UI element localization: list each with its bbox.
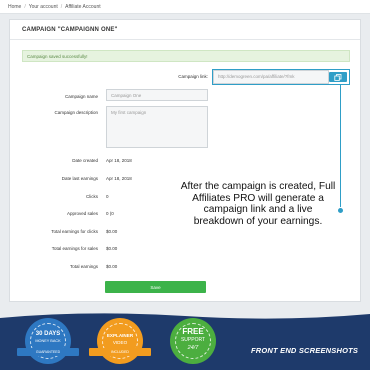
date-last-earnings-label: Date last earnings (61, 176, 98, 181)
callout-dot (337, 207, 344, 214)
date-last-earnings-value: Apr 18, 2018 (106, 176, 132, 181)
footer-label: FRONT END SCREENSHOTS (251, 346, 359, 355)
breadcrumb-affiliate-account: Affiliate Account (65, 4, 101, 10)
breadcrumb: Home / Your account / Affiliate Account (0, 0, 370, 14)
campaign-link-highlight (212, 69, 350, 85)
clicks-value: 0 (106, 194, 109, 199)
total-earnings-label: Total earnings (69, 264, 98, 269)
page-title: CAMPAIGN "CAMPAIGNN ONE" (10, 20, 360, 40)
campaign-name-label: Campaign name (64, 94, 98, 99)
free-support-badge-subtitle: SUPPORT (180, 337, 206, 343)
approved-sales-label: Approved sales (66, 211, 98, 216)
explainer-video-ribbon: INCLUDED (89, 348, 151, 356)
free-support-badge-hours: 24/7 (187, 345, 199, 351)
free-support-badge: FREE SUPPORT 24/7 (170, 318, 216, 364)
approved-sales-value: 0 (0 (106, 211, 114, 216)
explainer-video-badge: EXPLAINER VIDEO (97, 318, 143, 364)
save-button[interactable]: Save (105, 281, 206, 293)
money-back-badge: 30 DAYS MONEY BACK (25, 318, 71, 364)
money-back-badge-title: 30 DAYS (35, 331, 61, 337)
explainer-video-badge-subtitle: VIDEO (112, 340, 128, 345)
total-earnings-clicks-label: Total earnings for clicks (51, 229, 98, 234)
money-back-ribbon: GUARANTEED (17, 348, 79, 356)
money-back-badge-subtitle: MONEY BACK (35, 339, 61, 343)
campaign-link-label: Campaign link: (178, 74, 208, 79)
date-created-label: Date created (72, 158, 98, 163)
breadcrumb-your-account[interactable]: Your account (29, 4, 58, 10)
callout-connector-vertical (340, 85, 341, 211)
free-support-badge-title: FREE (182, 327, 204, 336)
date-created-value: Apr 18, 2018 (106, 158, 132, 163)
total-earnings-sales-value: $0.00 (106, 246, 118, 251)
campaign-description-label: Campaign description (54, 110, 98, 115)
total-earnings-sales-label: Total earnings for sales (51, 246, 98, 251)
callout-connector-horizontal (327, 84, 341, 85)
campaign-description-textarea[interactable]: My first campaign (106, 106, 208, 148)
total-earnings-clicks-value: $0.00 (106, 229, 118, 234)
callout-text: After the campaign is created, Full Affi… (180, 181, 336, 227)
clicks-label: Clicks (86, 194, 98, 199)
explainer-video-badge-title: EXPLAINER (106, 333, 134, 338)
campaign-name-input[interactable]: Campaign One (106, 89, 208, 101)
total-earnings-value: $0.00 (106, 264, 118, 269)
breadcrumb-home[interactable]: Home (8, 4, 21, 10)
success-alert: Campaign saved successfully! (22, 50, 350, 62)
